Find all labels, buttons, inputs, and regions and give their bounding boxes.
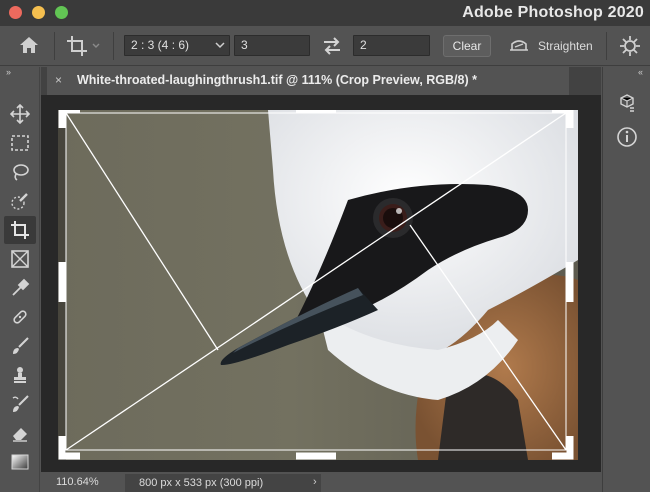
clear-button[interactable]: Clear bbox=[443, 35, 491, 57]
zoom-window-button[interactable] bbox=[55, 6, 68, 19]
document-title: White-throated-laughingthrush1.tif @ 111… bbox=[77, 73, 477, 87]
close-window-button[interactable] bbox=[9, 6, 22, 19]
home-icon[interactable] bbox=[18, 35, 40, 58]
tools-panel: ›› bbox=[0, 67, 40, 492]
crop-preset-icon[interactable] bbox=[66, 35, 102, 60]
document-tab[interactable]: × White-throated-laughingthrush1.tif @ 1… bbox=[47, 67, 569, 95]
libraries-icon[interactable] bbox=[615, 91, 639, 115]
info-icon[interactable] bbox=[615, 125, 639, 149]
zoom-level[interactable]: 110.64% bbox=[56, 476, 99, 488]
separator bbox=[54, 32, 55, 60]
brush-tool-icon[interactable] bbox=[4, 332, 36, 360]
clone-stamp-tool-icon[interactable] bbox=[4, 361, 36, 389]
move-tool-icon[interactable] bbox=[4, 100, 36, 128]
app-title: Adobe Photoshop 2020 bbox=[462, 4, 644, 21]
document-info: 800 px x 533 px (300 ppi) bbox=[125, 474, 321, 492]
status-bar: 110.64% 800 px x 533 px (300 ppi) › bbox=[41, 474, 601, 492]
canvas-area[interactable] bbox=[41, 95, 601, 472]
lasso-tool-icon[interactable] bbox=[4, 158, 36, 186]
collapse-panel-icon[interactable]: ‹‹ bbox=[638, 67, 643, 77]
chevron-right-icon[interactable]: › bbox=[313, 476, 317, 488]
document-tab-strip: × White-throated-laughingthrush1.tif @ 1… bbox=[41, 67, 601, 95]
expand-panel-icon[interactable]: ›› bbox=[6, 67, 11, 77]
quick-selection-tool-icon[interactable] bbox=[4, 187, 36, 215]
separator bbox=[606, 32, 607, 60]
aspect-ratio-select[interactable]: 2 : 3 (4 : 6) bbox=[124, 35, 230, 56]
chevron-down-icon bbox=[215, 36, 225, 62]
frame-tool-icon[interactable] bbox=[4, 245, 36, 273]
crop-height-field[interactable]: 2 bbox=[353, 35, 430, 56]
gradient-tool-icon[interactable] bbox=[4, 448, 36, 476]
crop-settings-gear-icon[interactable] bbox=[619, 35, 641, 60]
eraser-tool-icon[interactable] bbox=[4, 419, 36, 447]
minimize-window-button[interactable] bbox=[32, 6, 45, 19]
straighten-icon[interactable] bbox=[508, 36, 530, 57]
right-panel-dock: ‹‹ bbox=[602, 67, 650, 492]
photoshop-window: Adobe Photoshop 2020 2 : 3 (4 : 6) 3 2 C… bbox=[0, 0, 650, 492]
crop-width-field[interactable]: 3 bbox=[234, 35, 310, 56]
healing-brush-tool-icon[interactable] bbox=[4, 303, 36, 331]
crop-tool-icon[interactable] bbox=[4, 216, 36, 244]
swap-dimensions-icon[interactable] bbox=[322, 37, 342, 58]
straighten-label[interactable]: Straighten bbox=[538, 39, 593, 53]
close-tab-icon[interactable]: × bbox=[55, 73, 62, 87]
separator bbox=[113, 32, 114, 60]
marquee-tool-icon[interactable] bbox=[4, 129, 36, 157]
options-bar: 2 : 3 (4 : 6) 3 2 Clear Straighten bbox=[0, 26, 650, 66]
history-brush-tool-icon[interactable] bbox=[4, 390, 36, 418]
eyedropper-tool-icon[interactable] bbox=[4, 274, 36, 302]
title-bar: Adobe Photoshop 2020 bbox=[0, 0, 650, 26]
crop-preview-image[interactable] bbox=[58, 110, 578, 460]
